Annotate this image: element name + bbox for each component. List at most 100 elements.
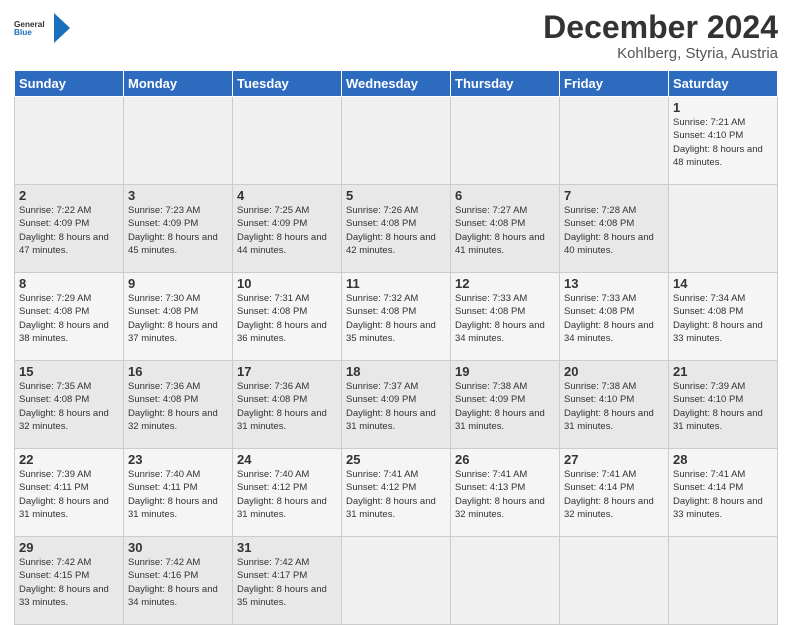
day-info: Sunrise: 7:29 AMSunset: 4:08 PMDaylight:… [19, 292, 119, 345]
calendar-week-0: 1Sunrise: 7:21 AMSunset: 4:10 PMDaylight… [15, 97, 778, 185]
day-info: Sunrise: 7:35 AMSunset: 4:08 PMDaylight:… [19, 380, 119, 433]
col-monday: Monday [124, 71, 233, 97]
day-number: 2 [19, 188, 119, 203]
cell-w0-d6: 1Sunrise: 7:21 AMSunset: 4:10 PMDaylight… [669, 97, 778, 185]
day-info: Sunrise: 7:42 AMSunset: 4:15 PMDaylight:… [19, 556, 119, 609]
day-number: 18 [346, 364, 446, 379]
calendar-table: Sunday Monday Tuesday Wednesday Thursday… [14, 70, 778, 625]
cell-w3-d2: 17Sunrise: 7:36 AMSunset: 4:08 PMDayligh… [233, 361, 342, 449]
day-number: 10 [237, 276, 337, 291]
col-wednesday: Wednesday [342, 71, 451, 97]
cell-w1-d5: 7Sunrise: 7:28 AMSunset: 4:08 PMDaylight… [560, 185, 669, 273]
day-number: 31 [237, 540, 337, 555]
day-info: Sunrise: 7:31 AMSunset: 4:08 PMDaylight:… [237, 292, 337, 345]
day-number: 26 [455, 452, 555, 467]
cell-w2-d6: 14Sunrise: 7:34 AMSunset: 4:08 PMDayligh… [669, 273, 778, 361]
cell-w1-d3: 5Sunrise: 7:26 AMSunset: 4:08 PMDaylight… [342, 185, 451, 273]
day-info: Sunrise: 7:42 AMSunset: 4:16 PMDaylight:… [128, 556, 228, 609]
cell-w0-d2 [233, 97, 342, 185]
cell-w5-d2: 31Sunrise: 7:42 AMSunset: 4:17 PMDayligh… [233, 537, 342, 625]
calendar-week-1: 2Sunrise: 7:22 AMSunset: 4:09 PMDaylight… [15, 185, 778, 273]
logo: General Blue [14, 10, 70, 46]
calendar-week-2: 8Sunrise: 7:29 AMSunset: 4:08 PMDaylight… [15, 273, 778, 361]
day-number: 20 [564, 364, 664, 379]
cell-w3-d4: 19Sunrise: 7:38 AMSunset: 4:09 PMDayligh… [451, 361, 560, 449]
cell-w2-d0: 8Sunrise: 7:29 AMSunset: 4:08 PMDaylight… [15, 273, 124, 361]
cell-w2-d5: 13Sunrise: 7:33 AMSunset: 4:08 PMDayligh… [560, 273, 669, 361]
day-number: 11 [346, 276, 446, 291]
cell-w5-d5 [560, 537, 669, 625]
col-friday: Friday [560, 71, 669, 97]
day-info: Sunrise: 7:32 AMSunset: 4:08 PMDaylight:… [346, 292, 446, 345]
day-number: 4 [237, 188, 337, 203]
day-info: Sunrise: 7:34 AMSunset: 4:08 PMDaylight:… [673, 292, 773, 345]
cell-w1-d0: 2Sunrise: 7:22 AMSunset: 4:09 PMDaylight… [15, 185, 124, 273]
calendar-week-3: 15Sunrise: 7:35 AMSunset: 4:08 PMDayligh… [15, 361, 778, 449]
cell-w1-d1: 3Sunrise: 7:23 AMSunset: 4:09 PMDaylight… [124, 185, 233, 273]
day-number: 13 [564, 276, 664, 291]
day-number: 21 [673, 364, 773, 379]
cell-w4-d5: 27Sunrise: 7:41 AMSunset: 4:14 PMDayligh… [560, 449, 669, 537]
day-number: 28 [673, 452, 773, 467]
day-number: 19 [455, 364, 555, 379]
cell-w1-d2: 4Sunrise: 7:25 AMSunset: 4:09 PMDaylight… [233, 185, 342, 273]
day-info: Sunrise: 7:37 AMSunset: 4:09 PMDaylight:… [346, 380, 446, 433]
page-container: General Blue December 2024 Kohlberg, Sty… [0, 0, 792, 612]
day-info: Sunrise: 7:28 AMSunset: 4:08 PMDaylight:… [564, 204, 664, 257]
day-info: Sunrise: 7:30 AMSunset: 4:08 PMDaylight:… [128, 292, 228, 345]
day-number: 23 [128, 452, 228, 467]
cell-w1-d6 [669, 185, 778, 273]
cell-w2-d4: 12Sunrise: 7:33 AMSunset: 4:08 PMDayligh… [451, 273, 560, 361]
cell-w0-d0 [15, 97, 124, 185]
day-number: 6 [455, 188, 555, 203]
day-number: 30 [128, 540, 228, 555]
col-thursday: Thursday [451, 71, 560, 97]
day-info: Sunrise: 7:38 AMSunset: 4:10 PMDaylight:… [564, 380, 664, 433]
col-sunday: Sunday [15, 71, 124, 97]
day-number: 12 [455, 276, 555, 291]
cell-w5-d3 [342, 537, 451, 625]
cell-w4-d2: 24Sunrise: 7:40 AMSunset: 4:12 PMDayligh… [233, 449, 342, 537]
svg-text:General: General [14, 20, 45, 29]
cell-w3-d6: 21Sunrise: 7:39 AMSunset: 4:10 PMDayligh… [669, 361, 778, 449]
day-number: 15 [19, 364, 119, 379]
cell-w0-d5 [560, 97, 669, 185]
logo-svg: General Blue [14, 10, 50, 46]
cell-w2-d2: 10Sunrise: 7:31 AMSunset: 4:08 PMDayligh… [233, 273, 342, 361]
day-number: 5 [346, 188, 446, 203]
day-info: Sunrise: 7:27 AMSunset: 4:08 PMDaylight:… [455, 204, 555, 257]
day-info: Sunrise: 7:40 AMSunset: 4:12 PMDaylight:… [237, 468, 337, 521]
header-row: Sunday Monday Tuesday Wednesday Thursday… [15, 71, 778, 97]
day-info: Sunrise: 7:21 AMSunset: 4:10 PMDaylight:… [673, 116, 773, 169]
day-info: Sunrise: 7:23 AMSunset: 4:09 PMDaylight:… [128, 204, 228, 257]
day-info: Sunrise: 7:36 AMSunset: 4:08 PMDaylight:… [237, 380, 337, 433]
cell-w3-d5: 20Sunrise: 7:38 AMSunset: 4:10 PMDayligh… [560, 361, 669, 449]
page-title: December 2024 [543, 10, 778, 45]
cell-w2-d3: 11Sunrise: 7:32 AMSunset: 4:08 PMDayligh… [342, 273, 451, 361]
day-number: 27 [564, 452, 664, 467]
page-subtitle: Kohlberg, Styria, Austria [543, 45, 778, 62]
day-number: 9 [128, 276, 228, 291]
day-info: Sunrise: 7:38 AMSunset: 4:09 PMDaylight:… [455, 380, 555, 433]
day-info: Sunrise: 7:36 AMSunset: 4:08 PMDaylight:… [128, 380, 228, 433]
cell-w4-d4: 26Sunrise: 7:41 AMSunset: 4:13 PMDayligh… [451, 449, 560, 537]
day-info: Sunrise: 7:25 AMSunset: 4:09 PMDaylight:… [237, 204, 337, 257]
svg-text:Blue: Blue [14, 28, 32, 37]
cell-w3-d0: 15Sunrise: 7:35 AMSunset: 4:08 PMDayligh… [15, 361, 124, 449]
cell-w0-d1 [124, 97, 233, 185]
day-info: Sunrise: 7:41 AMSunset: 4:14 PMDaylight:… [564, 468, 664, 521]
cell-w4-d1: 23Sunrise: 7:40 AMSunset: 4:11 PMDayligh… [124, 449, 233, 537]
day-info: Sunrise: 7:42 AMSunset: 4:17 PMDaylight:… [237, 556, 337, 609]
day-number: 14 [673, 276, 773, 291]
day-number: 29 [19, 540, 119, 555]
day-number: 7 [564, 188, 664, 203]
day-info: Sunrise: 7:41 AMSunset: 4:12 PMDaylight:… [346, 468, 446, 521]
day-number: 3 [128, 188, 228, 203]
day-number: 16 [128, 364, 228, 379]
cell-w2-d1: 9Sunrise: 7:30 AMSunset: 4:08 PMDaylight… [124, 273, 233, 361]
calendar-header: Sunday Monday Tuesday Wednesday Thursday… [15, 71, 778, 97]
day-info: Sunrise: 7:41 AMSunset: 4:13 PMDaylight:… [455, 468, 555, 521]
calendar-body: 1Sunrise: 7:21 AMSunset: 4:10 PMDaylight… [15, 97, 778, 625]
day-number: 22 [19, 452, 119, 467]
cell-w5-d4 [451, 537, 560, 625]
